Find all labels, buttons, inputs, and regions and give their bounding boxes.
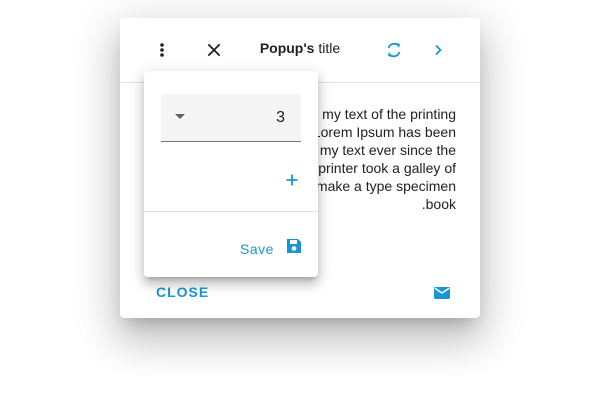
save-button[interactable]: Save (240, 234, 306, 263)
screen: Popup's title my text of the printing Lo… (0, 0, 600, 400)
dialog-title-bold: Popup's (259, 40, 315, 56)
close-button[interactable]: CLOSE (156, 284, 209, 300)
number-select[interactable]: 3 (161, 94, 301, 142)
select-value: 3 (276, 109, 285, 126)
dialog-title-rest: title (314, 40, 341, 56)
settings-popover: 3 Save (144, 71, 318, 277)
dialog-title: Popup's title (220, 40, 380, 56)
refresh-icon[interactable] (382, 38, 406, 62)
plus-icon[interactable] (280, 168, 304, 192)
mail-icon[interactable] (430, 281, 454, 305)
popover-divider (144, 211, 318, 212)
dropdown-arrow-icon (175, 114, 185, 119)
floppy-disk-icon (282, 234, 306, 263)
more-vert-icon[interactable] (150, 38, 174, 62)
save-label: Save (240, 240, 274, 257)
chevron-right-icon[interactable] (426, 38, 450, 62)
